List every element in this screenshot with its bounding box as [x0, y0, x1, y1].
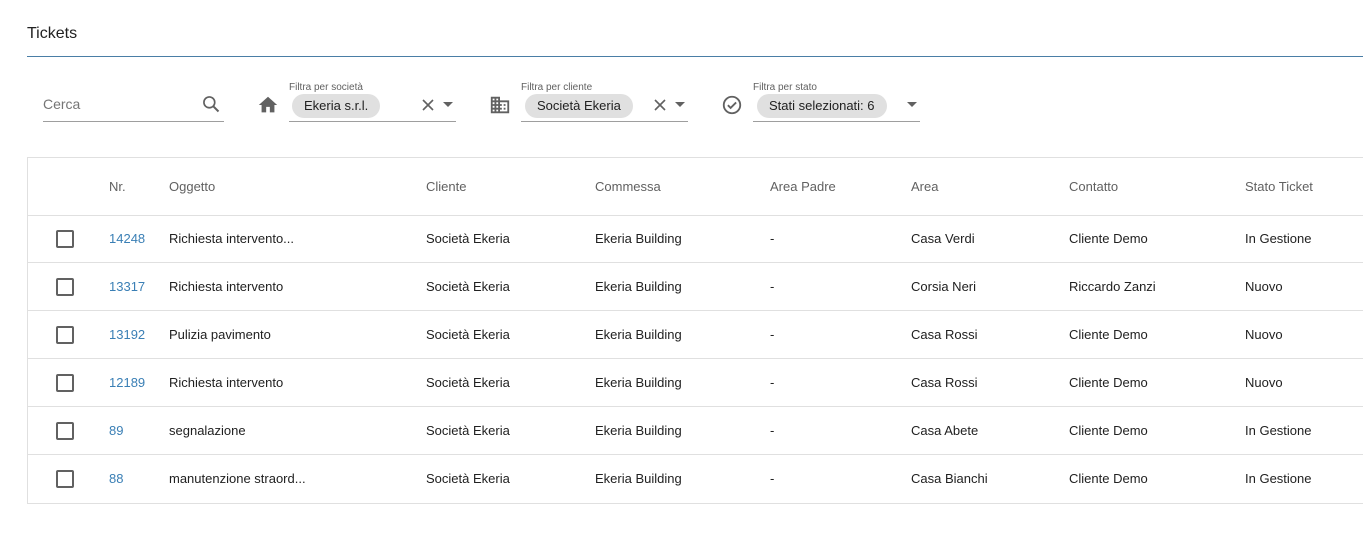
column-header-area-padre[interactable]: Area Padre [770, 179, 836, 194]
ticket-number-link[interactable]: 13317 [109, 279, 145, 294]
cell-stato: In Gestione [1245, 231, 1312, 246]
ticket-number-link[interactable]: 12189 [109, 375, 145, 390]
filter-societa[interactable]: Filtra per società Ekeria s.r.l. [289, 82, 456, 122]
chevron-down-icon[interactable] [907, 102, 917, 107]
cell-stato: In Gestione [1245, 471, 1312, 486]
cell-cliente: Società Ekeria [426, 279, 510, 294]
search-underline [43, 121, 224, 122]
cell-area: Casa Abete [911, 423, 979, 438]
page-title: Tickets [27, 25, 78, 42]
cell-area-padre: - [770, 279, 775, 294]
cell-area: Casa Rossi [911, 375, 978, 390]
cell-contatto: Cliente Demo [1069, 375, 1148, 390]
ticket-number-link[interactable]: 88 [109, 471, 123, 486]
cell-cliente: Società Ekeria [426, 423, 510, 438]
cell-cliente: Società Ekeria [426, 471, 510, 486]
table-row[interactable]: 89 segnalazione Società Ekeria Ekeria Bu… [28, 407, 1363, 455]
cell-cliente: Società Ekeria [426, 231, 510, 246]
cell-area: Casa Verdi [911, 231, 975, 246]
column-header-area[interactable]: Area [911, 179, 938, 194]
ticket-number-link[interactable]: 89 [109, 423, 123, 438]
check-circle-icon [722, 95, 742, 115]
search-icon[interactable] [201, 94, 221, 114]
cell-commessa: Ekeria Building [595, 279, 682, 294]
cell-oggetto: Richiesta intervento [169, 375, 284, 390]
column-header-oggetto[interactable]: Oggetto [169, 179, 215, 194]
chevron-down-icon[interactable] [443, 102, 453, 107]
search-input[interactable]: Cerca [43, 96, 80, 112]
filter-cliente[interactable]: Filtra per cliente Società Ekeria [521, 82, 688, 122]
table-row[interactable]: 12189 Richiesta intervento Società Ekeri… [28, 359, 1363, 407]
row-checkbox[interactable] [56, 278, 74, 296]
cell-cliente: Società Ekeria [426, 327, 510, 342]
column-header-contatto[interactable]: Contatto [1069, 179, 1118, 194]
filter-stato[interactable]: Filtra per stato Stati selezionati: 6 [753, 82, 920, 122]
filter-stato-chip[interactable]: Stati selezionati: 6 [757, 94, 887, 118]
filter-stato-underline [753, 121, 920, 122]
home-icon [258, 96, 278, 113]
cell-area: Casa Bianchi [911, 471, 988, 486]
cell-stato: Nuovo [1245, 375, 1283, 390]
title-divider [27, 56, 1363, 57]
cell-area-padre: - [770, 423, 775, 438]
cell-stato: Nuovo [1245, 279, 1283, 294]
ticket-number-link[interactable]: 13192 [109, 327, 145, 342]
cell-oggetto: segnalazione [169, 423, 246, 438]
cell-oggetto: manutenzione straord... [169, 471, 306, 486]
column-header-cliente[interactable]: Cliente [426, 179, 466, 194]
row-checkbox[interactable] [56, 422, 74, 440]
cell-stato: Nuovo [1245, 327, 1283, 342]
filter-cliente-chip[interactable]: Società Ekeria [525, 94, 633, 118]
filter-stato-label: Filtra per stato [753, 82, 817, 93]
column-header-commessa[interactable]: Commessa [595, 179, 661, 194]
cell-cliente: Società Ekeria [426, 375, 510, 390]
close-icon[interactable] [653, 98, 667, 112]
tickets-table: Nr. Oggetto Cliente Commessa Area Padre … [27, 157, 1363, 504]
filter-societa-chip[interactable]: Ekeria s.r.l. [292, 94, 381, 118]
row-checkbox[interactable] [56, 374, 74, 392]
building-icon [490, 96, 510, 114]
table-row[interactable]: 13192 Pulizia pavimento Società Ekeria E… [28, 311, 1363, 359]
row-checkbox[interactable] [56, 326, 74, 344]
cell-contatto: Riccardo Zanzi [1069, 279, 1156, 294]
cell-area: Casa Rossi [911, 327, 978, 342]
cell-area-padre: - [770, 327, 775, 342]
cell-contatto: Cliente Demo [1069, 471, 1148, 486]
filter-cliente-underline [521, 121, 688, 122]
cell-commessa: Ekeria Building [595, 423, 682, 438]
cell-area: Corsia Neri [911, 279, 977, 294]
cell-oggetto: Pulizia pavimento [169, 327, 271, 342]
table-row[interactable]: 14248 Richiesta intervento... Società Ek… [28, 215, 1363, 263]
cell-stato: In Gestione [1245, 423, 1312, 438]
cell-area-padre: - [770, 375, 775, 390]
row-checkbox[interactable] [56, 230, 74, 248]
cell-contatto: Cliente Demo [1069, 423, 1148, 438]
ticket-number-link[interactable]: 14248 [109, 231, 145, 246]
table-row[interactable]: 88 manutenzione straord... Società Ekeri… [28, 455, 1363, 503]
column-header-stato-ticket[interactable]: Stato Ticket [1245, 179, 1313, 194]
cell-area-padre: - [770, 471, 775, 486]
filter-cliente-label: Filtra per cliente [521, 82, 593, 93]
row-checkbox[interactable] [56, 470, 74, 488]
filter-societa-underline [289, 121, 456, 122]
table-row[interactable]: 13317 Richiesta intervento Società Ekeri… [28, 263, 1363, 311]
column-header-nr[interactable]: Nr. [109, 179, 126, 194]
cell-oggetto: Richiesta intervento... [169, 231, 295, 246]
search-field[interactable]: Cerca [43, 86, 224, 122]
cell-contatto: Cliente Demo [1069, 231, 1148, 246]
cell-commessa: Ekeria Building [595, 327, 682, 342]
cell-commessa: Ekeria Building [595, 375, 682, 390]
cell-commessa: Ekeria Building [595, 471, 682, 486]
filter-societa-label: Filtra per società [289, 82, 363, 93]
table-header: Nr. Oggetto Cliente Commessa Area Padre … [28, 158, 1363, 216]
cell-contatto: Cliente Demo [1069, 327, 1148, 342]
cell-area-padre: - [770, 231, 775, 246]
chevron-down-icon[interactable] [675, 102, 685, 107]
cell-oggetto: Richiesta intervento [169, 279, 284, 294]
cell-commessa: Ekeria Building [595, 231, 682, 246]
close-icon[interactable] [421, 98, 435, 112]
